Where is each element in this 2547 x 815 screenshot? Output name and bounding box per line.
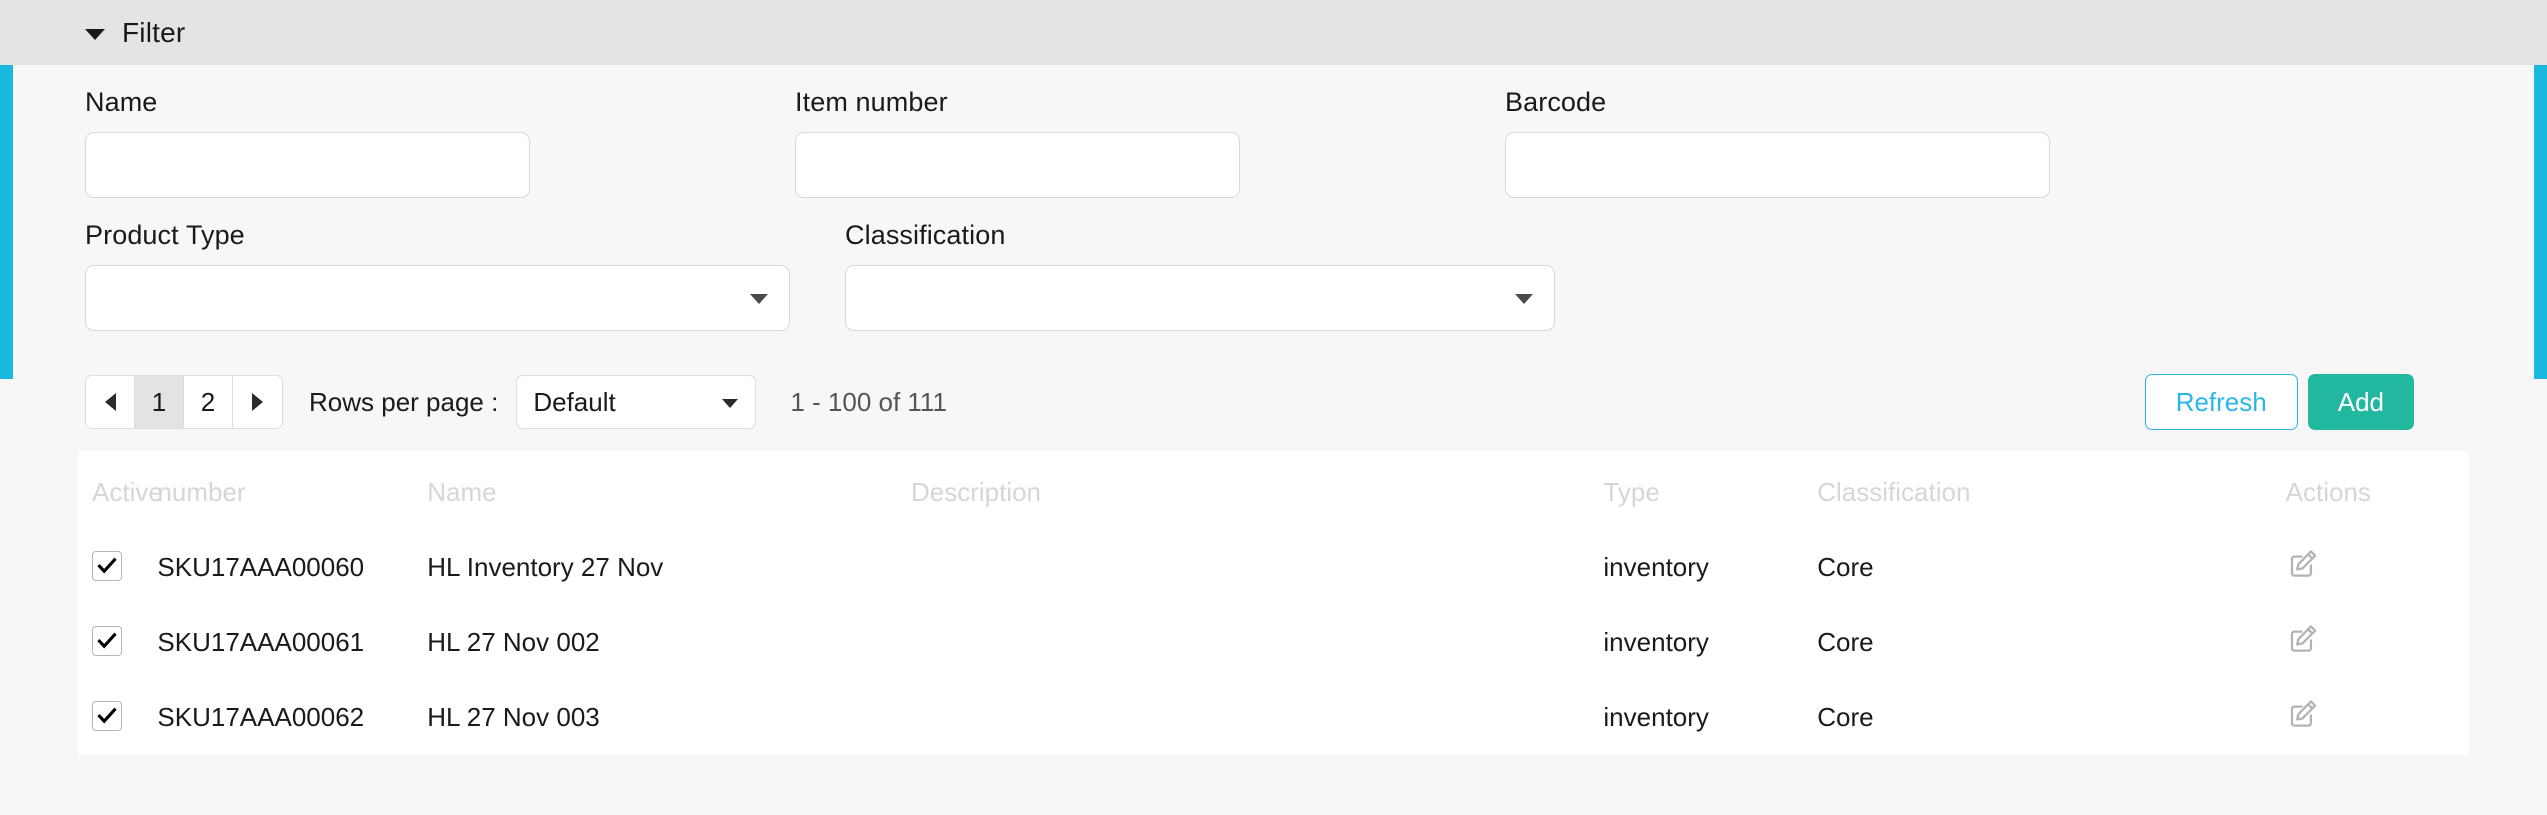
edit-icon[interactable] xyxy=(2286,622,2320,656)
edit-icon[interactable] xyxy=(2286,697,2320,731)
cell-classification: Core xyxy=(1817,702,1874,732)
pagination-page-1[interactable]: 1 xyxy=(135,376,184,428)
cell-classification: Core xyxy=(1817,552,1874,582)
product-table-card: Active number Name Description Type Clas… xyxy=(78,451,2469,755)
cell-type: inventory xyxy=(1603,627,1709,657)
panel-right-accent-rail xyxy=(2534,65,2547,379)
classification-select-wrap xyxy=(845,265,1555,331)
column-header-active[interactable]: Active xyxy=(78,451,163,530)
table-row: SKU17AAA00062 HL 27 Nov 003 inventory Core xyxy=(78,680,2469,755)
column-header-description[interactable]: Description xyxy=(911,451,1603,530)
name-input[interactable] xyxy=(85,132,530,198)
column-header-name[interactable]: Name xyxy=(427,451,911,530)
refresh-button[interactable]: Refresh xyxy=(2144,374,2298,430)
active-checkbox[interactable] xyxy=(92,626,122,656)
rows-per-page-label: Rows per page : xyxy=(309,386,499,417)
cell-actions xyxy=(2286,680,2469,755)
cell-active xyxy=(78,530,157,605)
product-type-select[interactable] xyxy=(85,265,790,331)
filter-row-1: Name Item number Barcode xyxy=(85,87,2462,198)
caret-right-icon xyxy=(252,393,263,411)
cell-number: SKU17AAA00062 xyxy=(157,702,365,732)
classification-select[interactable] xyxy=(845,265,1555,331)
cell-number: SKU17AAA00060 xyxy=(157,552,365,582)
cell-active xyxy=(78,605,157,680)
rows-per-page-select-wrap xyxy=(516,375,757,429)
table-row: SKU17AAA00061 HL 27 Nov 002 inventory Core xyxy=(78,605,2469,680)
caret-down-icon xyxy=(85,28,105,40)
filter-row-2: Product Type Classification xyxy=(85,220,2462,331)
product-type-select-wrap xyxy=(85,265,790,331)
active-checkbox[interactable] xyxy=(92,701,122,731)
field-label-classification: Classification xyxy=(845,220,1006,250)
cell-description xyxy=(911,605,1603,680)
caret-left-icon xyxy=(104,393,116,411)
pagination: 1 2 xyxy=(85,375,283,429)
filter-title: Filter xyxy=(122,16,186,48)
cell-name: HL Inventory 27 Nov xyxy=(427,552,664,582)
filter-panel: Name Item number Barcode Product Type Cl… xyxy=(0,65,2547,379)
cell-actions xyxy=(2286,530,2469,605)
field-label-barcode: Barcode xyxy=(1505,87,1607,117)
filter-grid: Name Item number Barcode Product Type Cl… xyxy=(0,87,2547,331)
cell-name: HL 27 Nov 003 xyxy=(427,702,600,732)
table-toolbar: 1 2 Rows per page : 1 - 100 of 111 Refre… xyxy=(0,365,2547,439)
table-head: Active number Name Description Type Clas… xyxy=(78,451,2469,530)
field-label-product-type: Product Type xyxy=(85,220,245,250)
table-body: SKU17AAA00060 HL Inventory 27 Nov inventor… xyxy=(78,530,2469,755)
filter-header-bar[interactable]: Filter xyxy=(0,0,2547,65)
cell-number: SKU17AAA00061 xyxy=(157,627,365,657)
column-header-actions: Actions xyxy=(2285,477,2371,507)
item-number-input[interactable] xyxy=(795,132,1240,198)
pagination-page-2[interactable]: 2 xyxy=(184,376,233,428)
rows-per-page-select[interactable] xyxy=(516,375,757,429)
edit-icon[interactable] xyxy=(2286,547,2320,581)
pagination-prev-button[interactable] xyxy=(86,376,135,428)
barcode-input[interactable] xyxy=(1505,132,2050,198)
field-item-number: Item number xyxy=(795,87,1240,198)
panel-left-accent-rail xyxy=(0,65,13,379)
active-checkbox[interactable] xyxy=(92,551,122,581)
add-button[interactable]: Add xyxy=(2307,374,2414,430)
pagination-next-button[interactable] xyxy=(233,376,282,428)
field-barcode: Barcode xyxy=(1505,87,2050,198)
column-header-type[interactable]: Type xyxy=(1603,451,1817,530)
field-classification: Classification xyxy=(845,220,1555,331)
field-label-item-number: Item number xyxy=(795,87,948,117)
column-header-classification[interactable]: Classification xyxy=(1817,451,2285,530)
cell-description xyxy=(911,680,1603,755)
cell-classification: Core xyxy=(1817,627,1874,657)
field-label-name: Name xyxy=(85,87,158,117)
table-row: SKU17AAA00060 HL Inventory 27 Nov inventor… xyxy=(78,530,2469,605)
cell-type: inventory xyxy=(1603,552,1709,582)
table-header-row: Active number Name Description Type Clas… xyxy=(78,451,2469,530)
product-table: Active number Name Description Type Clas… xyxy=(78,451,2469,755)
cell-actions xyxy=(2286,605,2469,680)
field-name: Name xyxy=(85,87,530,198)
field-product-type: Product Type xyxy=(85,220,790,331)
cell-description xyxy=(911,530,1603,605)
record-range-text: 1 - 100 of 111 xyxy=(790,386,947,417)
cell-type: inventory xyxy=(1603,702,1709,732)
cell-active xyxy=(78,680,157,755)
cell-name: HL 27 Nov 002 xyxy=(427,627,600,657)
column-header-number[interactable]: number xyxy=(157,451,427,530)
